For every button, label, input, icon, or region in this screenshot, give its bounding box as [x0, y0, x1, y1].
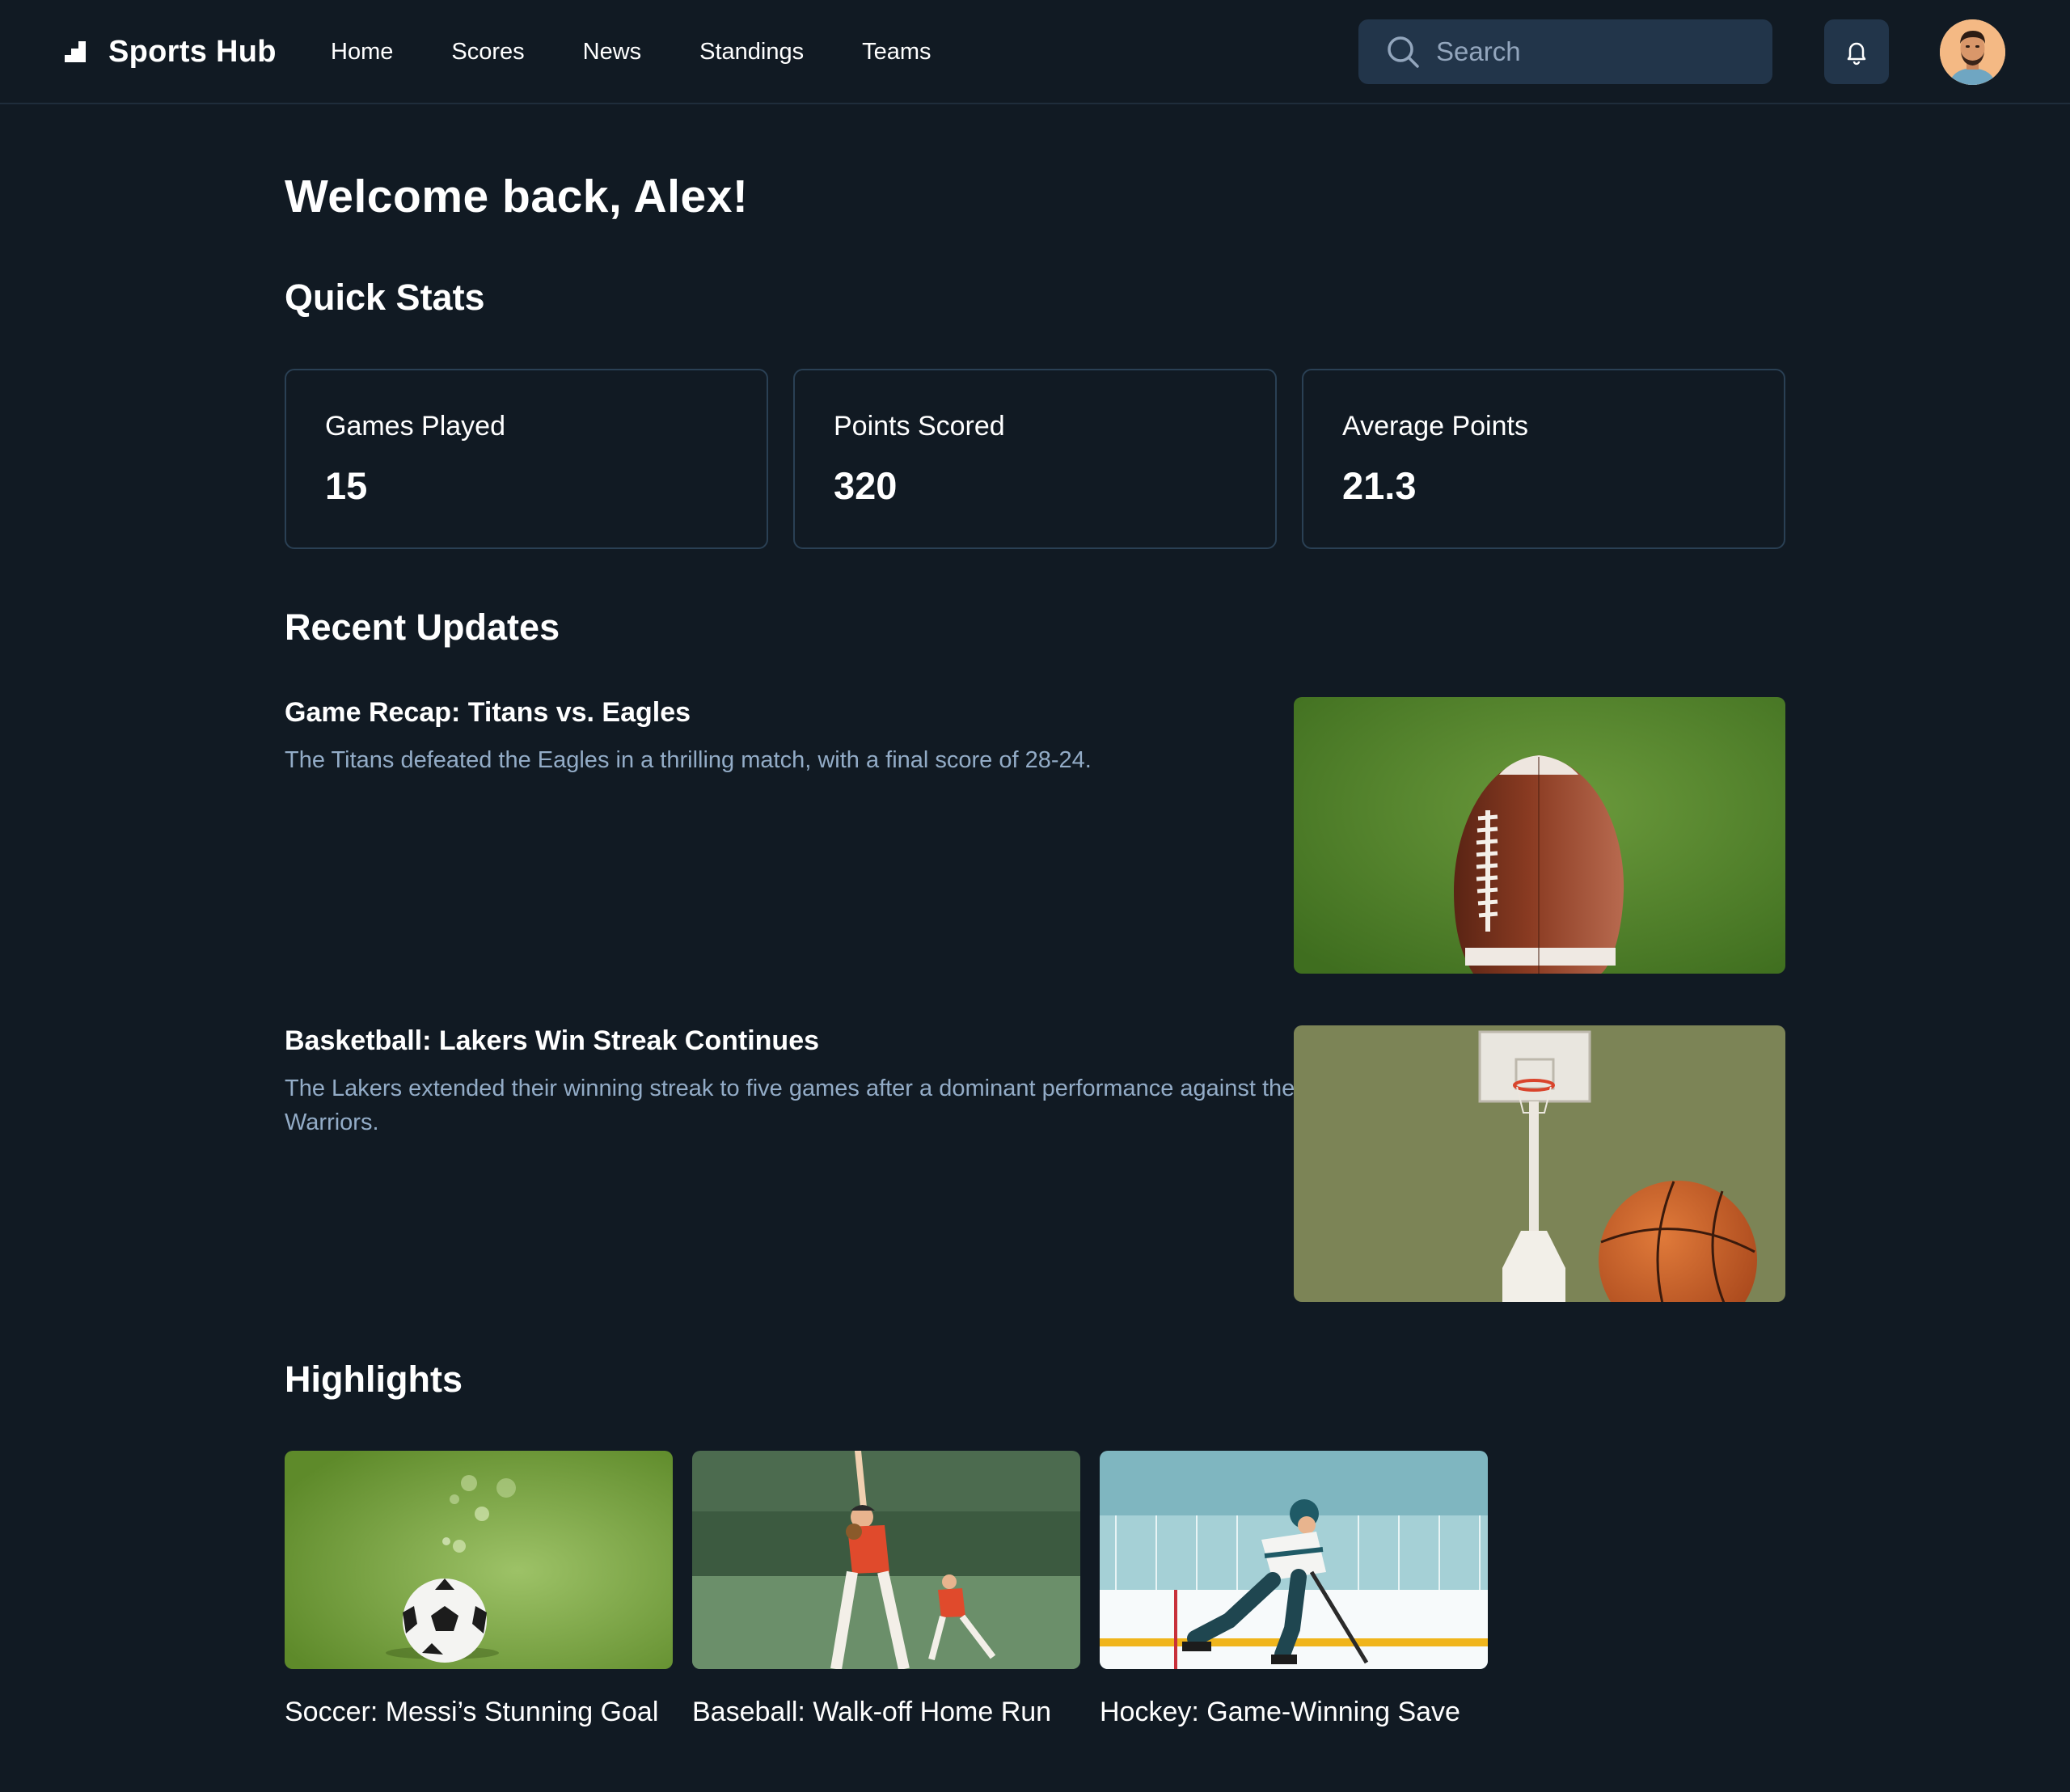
- main-nav: Home Scores News Standings Teams: [331, 32, 990, 71]
- search-input[interactable]: [1436, 36, 1743, 67]
- update-item-titans-eagles[interactable]: Game Recap: Titans vs. Eagles The Titans…: [285, 697, 1255, 777]
- recent-updates-title: Recent Updates: [285, 606, 560, 648]
- hockey-image[interactable]: [1100, 1451, 1488, 1669]
- avatar-image: [1940, 19, 2005, 85]
- stat-card-games-played: Games Played 15: [285, 369, 768, 549]
- stat-value: 21.3: [1342, 464, 1417, 507]
- update-description: The Titans defeated the Eagles in a thri…: [285, 747, 1092, 773]
- update-item-lakers[interactable]: Basketball: Lakers Win Streak Continues …: [285, 1025, 1336, 1139]
- update-title[interactable]: Game Recap: Titans vs. Eagles: [285, 697, 1255, 729]
- football-illustration: [1294, 697, 1785, 974]
- welcome-heading: Welcome back, Alex!: [285, 171, 749, 222]
- user-avatar[interactable]: [1940, 19, 2005, 85]
- search-box[interactable]: [1358, 19, 1772, 84]
- nav-news[interactable]: News: [583, 39, 642, 66]
- nav-home[interactable]: Home: [331, 39, 393, 66]
- logo-icon: [65, 41, 86, 62]
- stat-label: Games Played: [325, 411, 505, 442]
- highlight-caption[interactable]: Baseball: Walk-off Home Run: [692, 1697, 1051, 1728]
- soccer-image[interactable]: [285, 1451, 673, 1669]
- update-title[interactable]: Basketball: Lakers Win Streak Continues: [285, 1025, 1336, 1057]
- update-description: The Lakers extended their winning streak…: [285, 1076, 1295, 1135]
- highlights-title: Highlights: [285, 1359, 463, 1400]
- nav-standings[interactable]: Standings: [699, 39, 804, 66]
- basketball-illustration: [1294, 1025, 1785, 1302]
- highlight-caption[interactable]: Soccer: Messi’s Stunning Goal: [285, 1697, 658, 1728]
- quick-stats-title: Quick Stats: [285, 277, 485, 318]
- stat-label: Average Points: [1342, 411, 1528, 442]
- stat-value: 320: [834, 464, 898, 507]
- nav-scores[interactable]: Scores: [451, 39, 524, 66]
- stat-card-points-scored: Points Scored 320: [793, 369, 1277, 549]
- stat-value: 15: [325, 464, 368, 507]
- notifications-button[interactable]: [1824, 19, 1889, 84]
- soccer-illustration: [285, 1451, 673, 1669]
- football-image[interactable]: [1294, 697, 1785, 974]
- stat-card-average-points: Average Points 21.3: [1302, 369, 1785, 549]
- search-icon: [1388, 36, 1419, 68]
- brand-name: Sports Hub: [108, 34, 277, 69]
- nav-teams[interactable]: Teams: [862, 39, 931, 66]
- stat-label: Points Scored: [834, 411, 1005, 442]
- basketball-image[interactable]: [1294, 1025, 1785, 1302]
- bell-icon: [1847, 42, 1866, 66]
- highlight-caption[interactable]: Hockey: Game-Winning Save: [1100, 1697, 1460, 1728]
- baseball-illustration: [692, 1451, 1080, 1669]
- baseball-image[interactable]: [692, 1451, 1080, 1669]
- hockey-illustration: [1100, 1451, 1488, 1669]
- top-navigation-bar: Sports Hub Home Scores News Standings Te…: [0, 0, 2070, 104]
- brand[interactable]: Sports Hub: [63, 31, 277, 73]
